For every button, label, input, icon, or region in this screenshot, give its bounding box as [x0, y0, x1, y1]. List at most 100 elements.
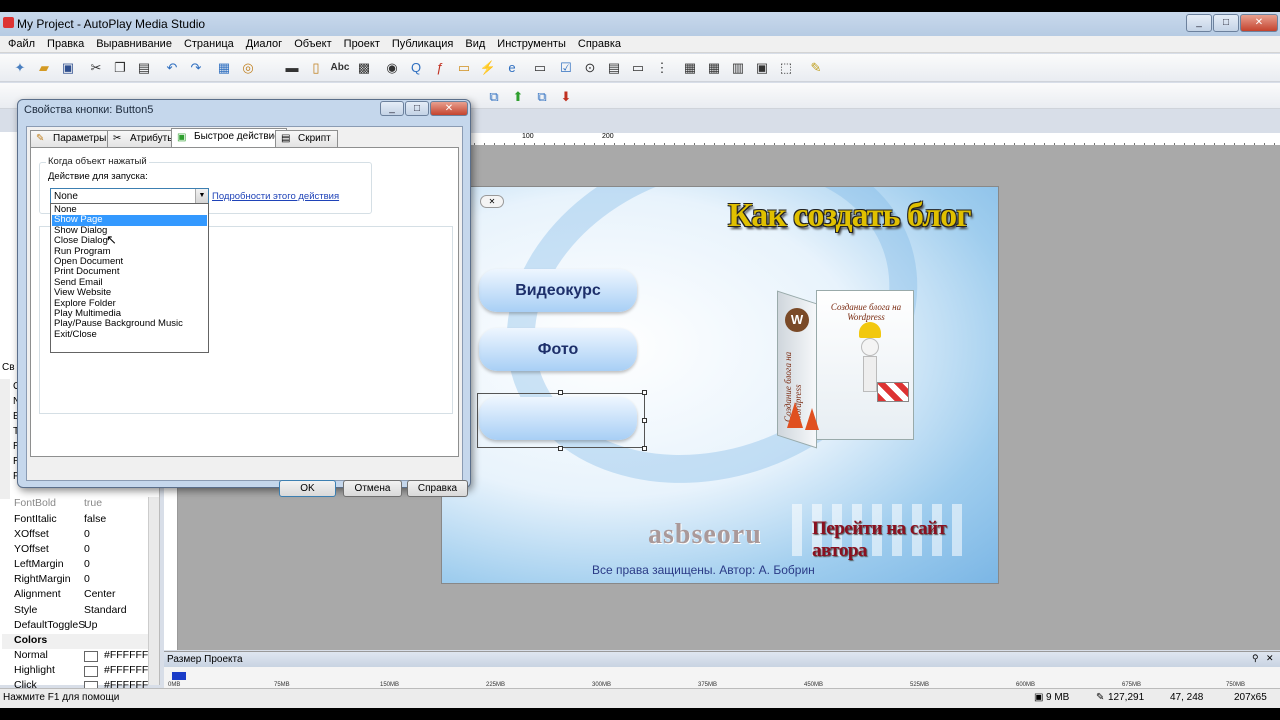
menu-edit[interactable]: Правка	[41, 36, 90, 53]
xbutton-object-icon[interactable]: ▣	[752, 58, 772, 78]
help-button[interactable]: Справка	[407, 480, 468, 497]
send-backward-icon[interactable]: ⬇	[556, 87, 576, 107]
cut-icon[interactable]: ✂	[86, 58, 106, 78]
undo-icon[interactable]: ↶	[162, 58, 182, 78]
menu-view[interactable]: Вид	[459, 36, 491, 53]
action-label: Действие для запуска:	[48, 171, 148, 182]
redo-icon[interactable]: ↷	[186, 58, 206, 78]
prop-row-yoffset[interactable]: YOffset 0	[0, 543, 148, 558]
quicktime-object-icon[interactable]: Q	[406, 58, 426, 78]
dialog-close-button[interactable]: ✕	[430, 101, 468, 116]
minimize-button[interactable]: _	[1186, 14, 1212, 32]
pin-icon[interactable]: ⚲	[1252, 653, 1264, 665]
dialog-minimize-button[interactable]: _	[380, 101, 404, 116]
panel-tab-properties[interactable]: Св	[2, 362, 15, 373]
action-select[interactable]: None ▼	[50, 188, 209, 204]
menu-help[interactable]: Справка	[572, 36, 627, 53]
maximize-button[interactable]: □	[1213, 14, 1239, 32]
web-object-icon[interactable]: e	[502, 58, 522, 78]
menu-page[interactable]: Страница	[178, 36, 240, 53]
page-button-videocourse[interactable]: Видеокурс	[479, 269, 637, 312]
mouse-cursor-icon: ↖	[106, 232, 117, 247]
wizard-icon[interactable]: ✦	[10, 58, 30, 78]
script-icon: ▤	[281, 133, 291, 144]
pencil-icon[interactable]: ✎	[806, 58, 826, 78]
resize-handle[interactable]	[558, 390, 563, 395]
logo-text: asbseoru	[648, 519, 762, 550]
menu-project[interactable]: Проект	[338, 36, 386, 53]
label-object-icon[interactable]: ▯	[306, 58, 326, 78]
app-icon	[3, 17, 14, 28]
action-details-link[interactable]: Подробности этого действия	[212, 191, 339, 202]
prop-row-fontbold[interactable]: FontBold true	[0, 497, 148, 512]
save-icon[interactable]: ▣	[58, 58, 78, 78]
paragraph-object-icon[interactable]: Abc	[330, 58, 350, 78]
paste-icon[interactable]: ▤	[134, 58, 154, 78]
resize-handle[interactable]	[642, 418, 647, 423]
tree-object-icon[interactable]: ▦	[704, 58, 724, 78]
tab-parameters[interactable]: ✎ Параметры	[30, 130, 114, 147]
page-canvas[interactable]: ✕ Как создать блог Видеокурс Фото Создан…	[441, 186, 999, 584]
prop-row-style[interactable]: Style Standard	[0, 604, 148, 619]
prop-row-fontitalic[interactable]: FontItalic false	[0, 513, 148, 528]
dialog-maximize-button[interactable]: □	[405, 101, 429, 116]
progress-object-icon[interactable]: ▥	[728, 58, 748, 78]
scroll-object-icon[interactable]: ⋮	[652, 58, 672, 78]
quick-action-icon: ▣	[177, 132, 187, 143]
dropdown-option[interactable]: Exit/Close	[52, 329, 207, 340]
barrier-icon	[877, 382, 909, 402]
cancel-button[interactable]: Отмена	[343, 480, 402, 497]
page-button-photo[interactable]: Фото	[479, 328, 637, 371]
prop-row-alignment[interactable]: Alignment Center	[0, 588, 148, 603]
prop-row-leftmargin[interactable]: LeftMargin 0	[0, 558, 148, 573]
checkbox-object-icon[interactable]: ☑	[556, 58, 576, 78]
menu-file[interactable]: Файл	[0, 36, 41, 53]
menu-align[interactable]: Выравнивание	[90, 36, 178, 53]
status-coordinates: 127,291	[1108, 692, 1145, 703]
ok-button[interactable]: OK	[279, 480, 336, 497]
prop-row-normal-color[interactable]: Normal #FFFFFF	[0, 649, 148, 664]
prop-row-xoffset[interactable]: XOffset 0	[0, 528, 148, 543]
menu-tools[interactable]: Инструменты	[491, 36, 572, 53]
grid-icon[interactable]: ▦	[680, 58, 700, 78]
prop-row-defaulttoggle[interactable]: DefaultToggleS Up	[0, 619, 148, 634]
author-site-link[interactable]: Перейти на сайт автора	[812, 518, 998, 562]
menu-object[interactable]: Объект	[288, 36, 337, 53]
prop-row-rightmargin[interactable]: RightMargin 0	[0, 573, 148, 588]
align-icon[interactable]: ⧉	[484, 87, 504, 107]
tab-script[interactable]: ▤ Скрипт	[275, 130, 338, 147]
chevron-down-icon[interactable]: ▼	[195, 189, 208, 203]
properties-scrollbar[interactable]	[148, 497, 159, 685]
menu-publish[interactable]: Публикация	[386, 36, 459, 53]
flash-object-icon[interactable]: ƒ	[430, 58, 450, 78]
slideshow-object-icon[interactable]: ▭	[454, 58, 474, 78]
resize-handle[interactable]	[642, 446, 647, 451]
close-x-icon[interactable]: ✕	[480, 195, 504, 208]
publish-disc-icon[interactable]: ◎	[238, 58, 258, 78]
status-help-text: Нажмите F1 для помощи	[3, 692, 120, 703]
send-back-icon[interactable]: ⧉	[532, 87, 552, 107]
selection-icon[interactable]: ⬚	[776, 58, 796, 78]
open-folder-icon[interactable]: ▰	[34, 58, 54, 78]
radio-object-icon[interactable]: ⊙	[580, 58, 600, 78]
list-object-icon[interactable]: ▤	[604, 58, 624, 78]
close-panel-icon[interactable]: ✕	[1266, 653, 1278, 665]
application-window: My Project - AutoPlay Media Studio _ □ ✕…	[0, 12, 1280, 708]
preview-icon[interactable]: ▦	[214, 58, 234, 78]
combo-object-icon[interactable]: ▭	[628, 58, 648, 78]
copy-icon[interactable]: ❐	[110, 58, 130, 78]
resize-handle[interactable]	[558, 446, 563, 451]
video-object-icon[interactable]: ◉	[382, 58, 402, 78]
resize-handle[interactable]	[642, 390, 647, 395]
bring-front-icon[interactable]: ⬆	[508, 87, 528, 107]
tab-quick-action[interactable]: ▣ Быстрое действие	[171, 128, 287, 148]
pdf-object-icon[interactable]: ⚡	[478, 58, 498, 78]
image-object-icon[interactable]: ▩	[354, 58, 374, 78]
button-object-icon[interactable]: ▬	[282, 58, 302, 78]
menu-dialog[interactable]: Диалог	[240, 36, 288, 53]
input-object-icon[interactable]: ▭	[530, 58, 550, 78]
close-button[interactable]: ✕	[1240, 14, 1278, 32]
dialog-title: Свойства кнопки: Button5	[24, 104, 154, 116]
colors-category-header[interactable]: Colors	[2, 634, 150, 649]
prop-row-highlight-color[interactable]: Highlight #FFFFFF	[0, 664, 148, 679]
